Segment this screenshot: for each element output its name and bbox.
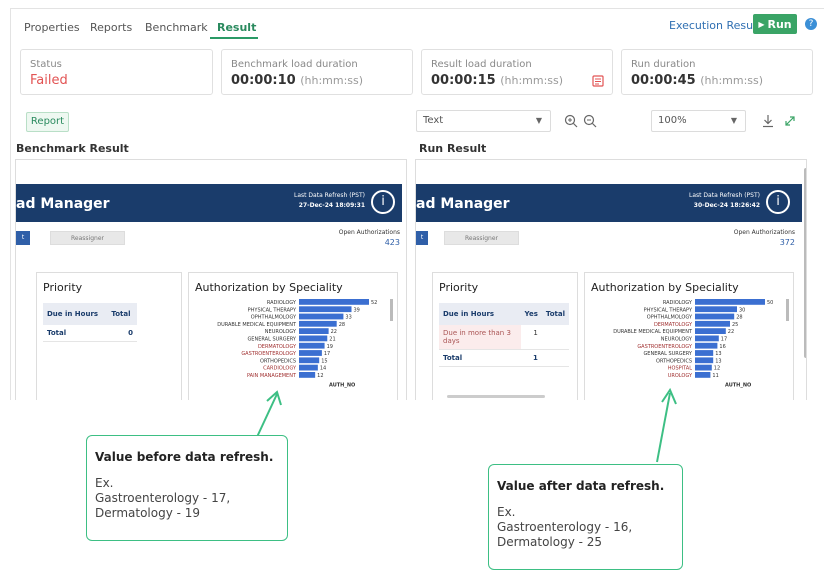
callout-before: Value before data refresh. Ex. Gastroent… <box>86 435 288 541</box>
callout-title: Value before data refresh. <box>95 450 274 464</box>
callout-body: Ex. Gastroenterology - 16, Dermatology -… <box>497 505 633 549</box>
callout-body: Ex. Gastroenterology - 17, Dermatology -… <box>95 476 231 520</box>
callout-after: Value after data refresh. Ex. Gastroente… <box>488 464 683 570</box>
arrow-after <box>656 392 671 463</box>
callout-title: Value after data refresh. <box>497 479 665 493</box>
